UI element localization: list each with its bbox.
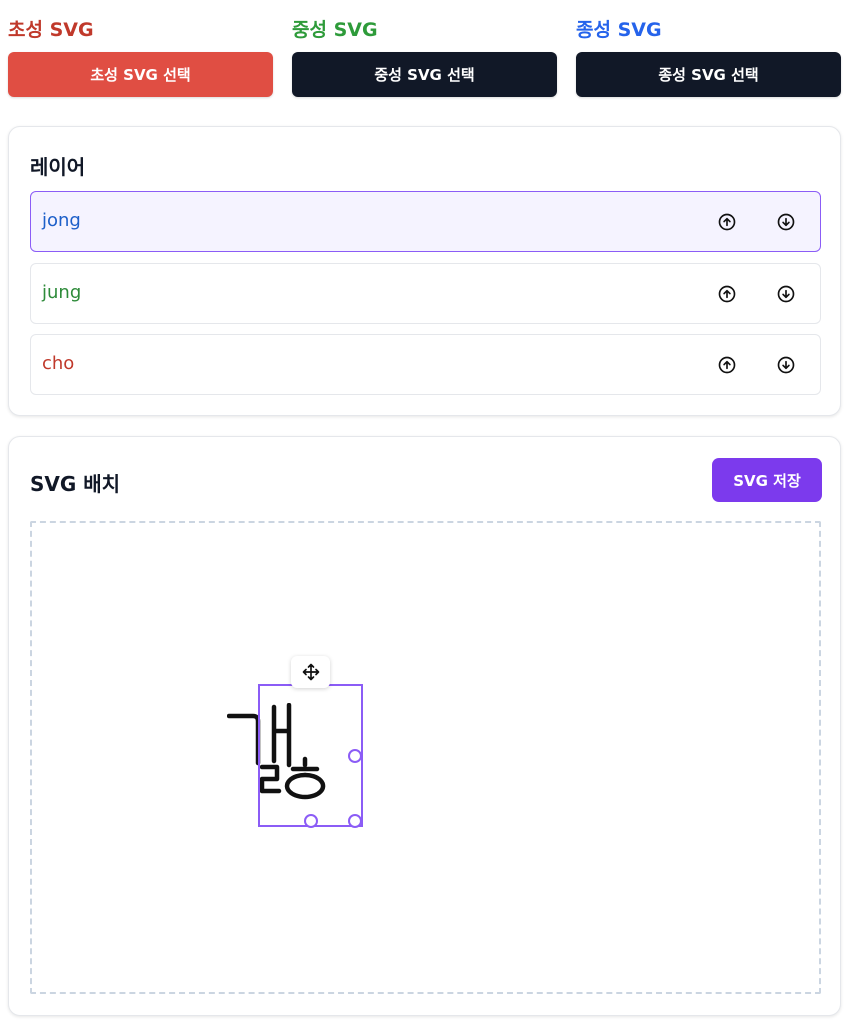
resize-handle-corner[interactable]	[348, 814, 362, 828]
jong-title: 종성 SVG	[576, 19, 662, 41]
svg-layout-panel: SVG 배치 SVG 저장	[8, 436, 841, 1016]
save-svg-button[interactable]: SVG 저장	[712, 458, 822, 502]
layer-name: jong	[42, 210, 81, 231]
layers-panel: 레이어 jong jung cho	[8, 126, 841, 416]
selection-box[interactable]	[258, 684, 363, 828]
layer-up-button[interactable]	[716, 283, 738, 305]
arrow-down-circle-icon	[777, 213, 795, 231]
layer-name: jung	[42, 282, 82, 303]
resize-handle-bottom[interactable]	[304, 814, 318, 828]
layer-item-jung[interactable]: jung	[30, 263, 821, 324]
cho-title: 초성 SVG	[8, 19, 94, 41]
arrow-up-circle-icon	[718, 356, 736, 374]
layer-item-cho[interactable]: cho	[30, 334, 821, 395]
arrow-down-circle-icon	[777, 356, 795, 374]
svg-canvas[interactable]	[30, 521, 821, 994]
move-arrows-icon	[302, 663, 319, 681]
arrow-up-circle-icon	[718, 285, 736, 303]
layer-down-button[interactable]	[775, 211, 797, 233]
jung-title: 중성 SVG	[292, 19, 378, 41]
resize-handle-right[interactable]	[348, 749, 362, 763]
layer-up-button[interactable]	[716, 211, 738, 233]
layer-down-button[interactable]	[775, 354, 797, 376]
layer-down-button[interactable]	[775, 283, 797, 305]
cho-select-button[interactable]: 초성 SVG 선택	[8, 52, 273, 97]
move-handle[interactable]	[291, 656, 330, 688]
jung-select-button[interactable]: 중성 SVG 선택	[292, 52, 557, 97]
arrow-down-circle-icon	[777, 285, 795, 303]
canvas-heading: SVG 배치	[30, 472, 121, 496]
layers-heading: 레이어	[30, 155, 86, 179]
layer-up-button[interactable]	[716, 354, 738, 376]
arrow-up-circle-icon	[718, 213, 736, 231]
jong-select-button[interactable]: 종성 SVG 선택	[576, 52, 841, 97]
layer-name: cho	[42, 353, 75, 374]
cho-glyph	[227, 713, 261, 766]
svg-pickers: 초성 SVG 초성 SVG 선택 중성 SVG 중성 SVG 선택 종성 SVG…	[8, 0, 842, 110]
layer-item-jong[interactable]: jong	[30, 191, 821, 252]
